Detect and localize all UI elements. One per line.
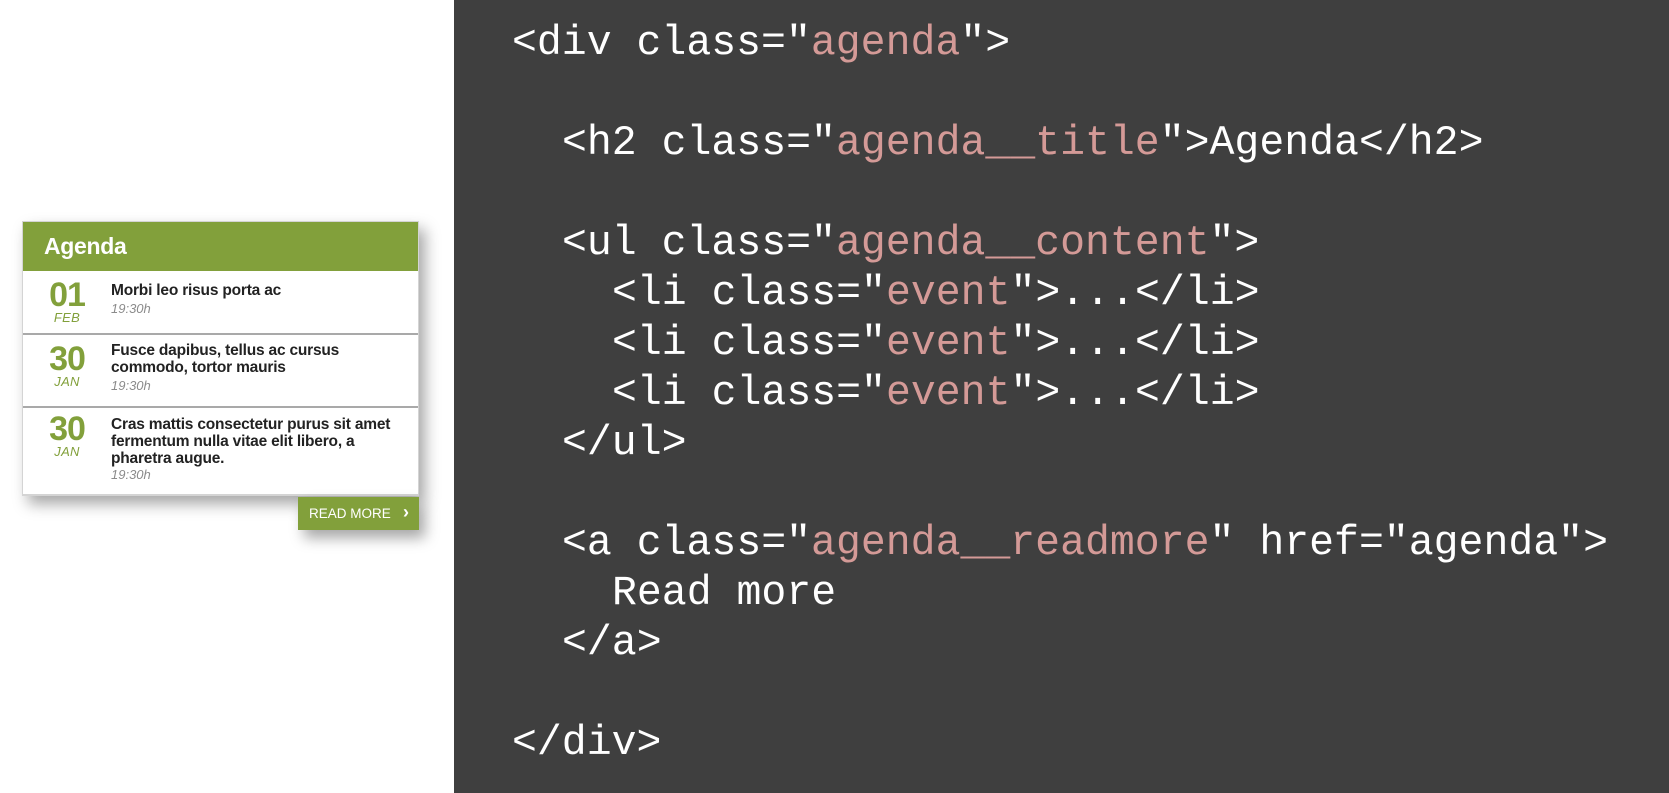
- code-line-a-close: </a>: [562, 620, 662, 667]
- event-month: JAN: [54, 444, 80, 459]
- agenda-widget: Agenda 01 FEB Morbi leo risus porta ac 1…: [22, 221, 419, 530]
- event-time: 19:30h: [111, 301, 151, 316]
- code-line-a-text: Read more: [612, 570, 837, 617]
- event-item[interactable]: 01 FEB Morbi leo risus porta ac 19:30h: [23, 271, 418, 335]
- read-more-button[interactable]: READ MORE ›: [298, 497, 419, 530]
- event-day: 30: [49, 410, 86, 448]
- agenda-card: Agenda 01 FEB Morbi leo risus porta ac 1…: [22, 221, 419, 496]
- code-line-a-open: <a class="agenda__readmore" href="agenda…: [562, 520, 1608, 567]
- event-day: 01: [49, 276, 86, 314]
- event-name[interactable]: Fusce dapibus, tellus ac cursus commodo,…: [111, 342, 408, 376]
- event-date: 30 JAN: [23, 335, 111, 406]
- event-time: 19:30h: [111, 467, 151, 482]
- event-name[interactable]: Cras mattis consectetur purus sit amet f…: [111, 416, 408, 467]
- agenda-title: Agenda: [23, 222, 418, 271]
- code-line-li: <li class="event">...</li>: [612, 270, 1260, 317]
- event-date: 30 JAN: [23, 408, 111, 494]
- event-time: 19:30h: [111, 378, 151, 393]
- event-body: Morbi leo risus porta ac 19:30h: [111, 271, 418, 333]
- code-line-li: <li class="event">...</li>: [612, 370, 1260, 417]
- code-line-ul-close: </ul>: [562, 420, 687, 467]
- event-date: 01 FEB: [23, 271, 111, 333]
- event-month: FEB: [53, 310, 81, 325]
- code-line-ul-open: <ul class="agenda__content">: [562, 220, 1260, 267]
- chevron-right-icon: ›: [403, 502, 409, 522]
- code-line-div-open: <div class="agenda">: [512, 20, 1011, 67]
- event-name[interactable]: Morbi leo risus porta ac: [111, 282, 408, 299]
- agenda-list: 01 FEB Morbi leo risus porta ac 19:30h 3…: [23, 271, 418, 495]
- code-line-li: <li class="event">...</li>: [612, 320, 1260, 367]
- event-month: JAN: [54, 374, 80, 389]
- event-day: 30: [49, 340, 86, 378]
- event-body: Cras mattis consectetur purus sit amet f…: [111, 408, 418, 494]
- event-item[interactable]: 30 JAN Fusce dapibus, tellus ac cursus c…: [23, 335, 418, 408]
- event-body: Fusce dapibus, tellus ac cursus commodo,…: [111, 335, 418, 406]
- read-more-label: READ MORE: [309, 506, 391, 521]
- event-item[interactable]: 30 JAN Cras mattis consectetur purus sit…: [23, 408, 418, 495]
- code-line-h2: <h2 class="agenda__title">Agenda</h2>: [562, 120, 1484, 167]
- code-panel: <div class="agenda"> <h2 class="agenda__…: [454, 0, 1669, 793]
- code-line-div-close: </div>: [512, 720, 662, 767]
